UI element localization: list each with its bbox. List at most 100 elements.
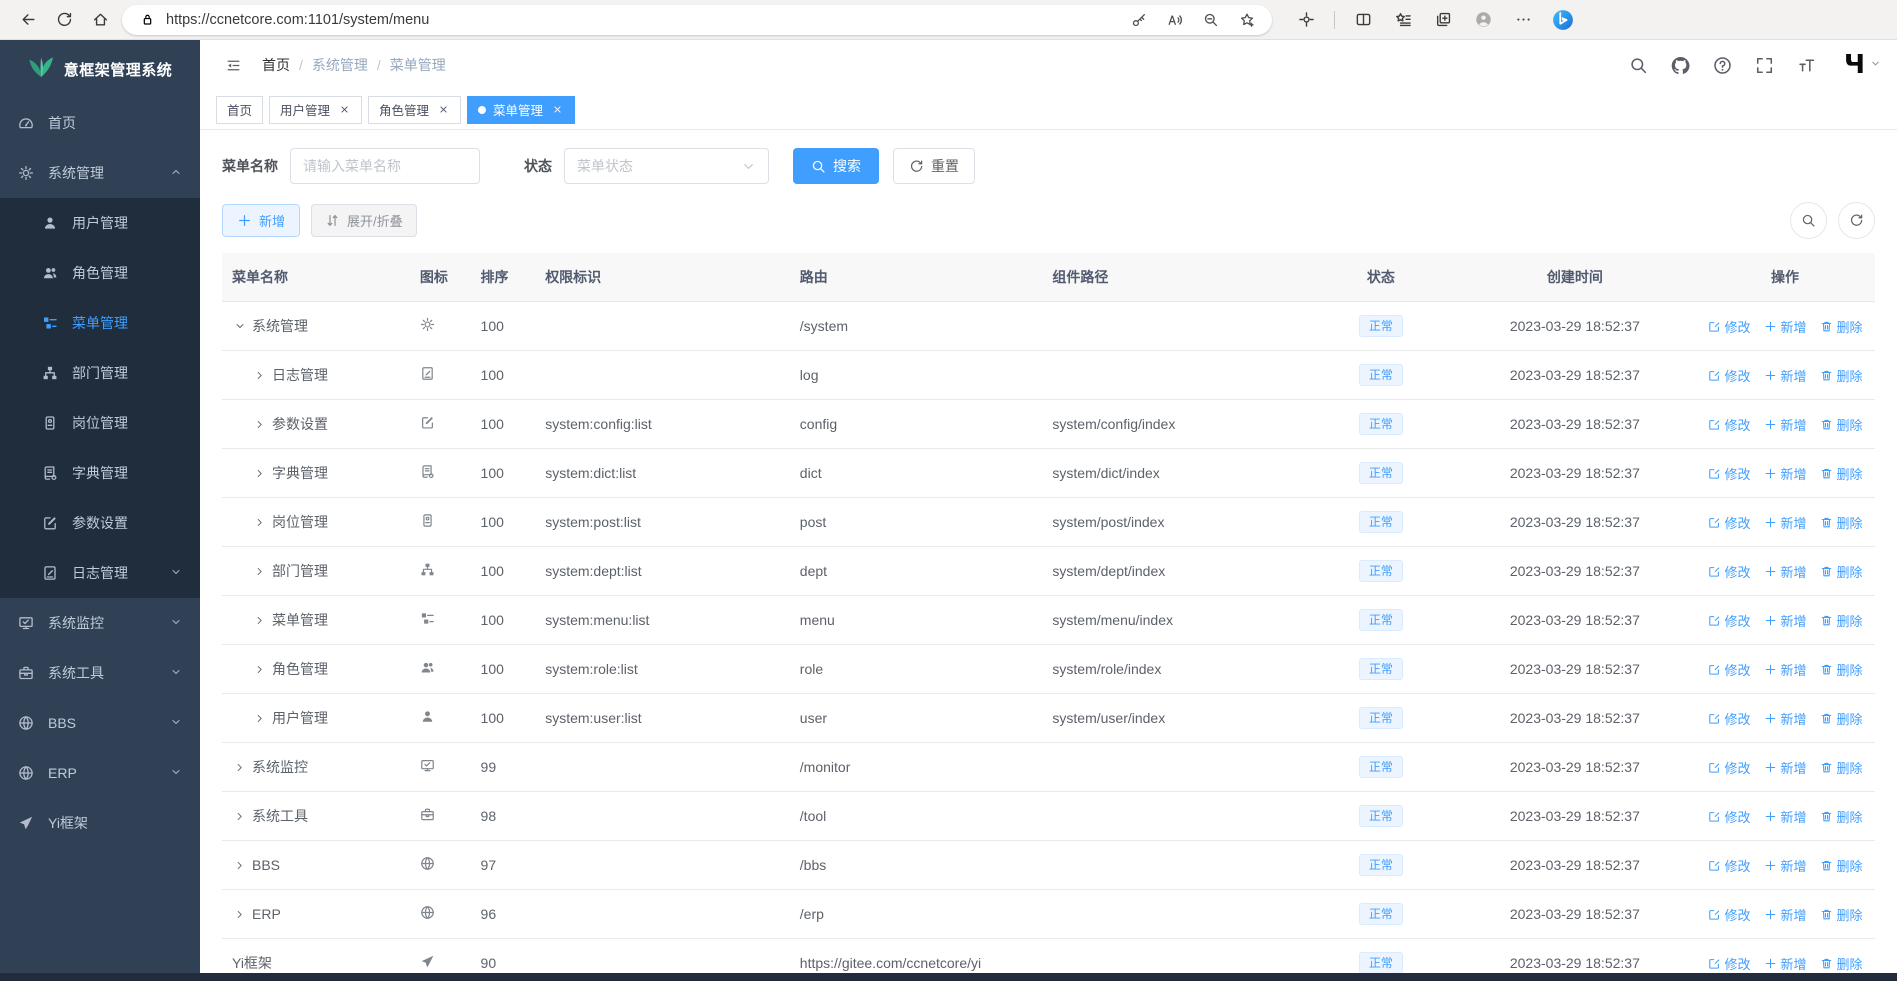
collapse-row-arrow[interactable] bbox=[232, 319, 247, 334]
expand-row-arrow[interactable] bbox=[252, 564, 267, 579]
sidebar-item-system[interactable]: 系统管理 bbox=[0, 148, 200, 198]
zoom-out-button[interactable] bbox=[1200, 9, 1222, 31]
add-action[interactable]: 新增 bbox=[1764, 611, 1807, 630]
tab-用户管理[interactable]: 用户管理 bbox=[269, 95, 363, 124]
edit-action[interactable]: 修改 bbox=[1708, 415, 1751, 434]
expand-row-arrow[interactable] bbox=[232, 809, 247, 824]
add-action[interactable]: 新增 bbox=[1764, 513, 1807, 532]
show-search-button[interactable] bbox=[1790, 202, 1827, 239]
add-action[interactable]: 新增 bbox=[1764, 415, 1807, 434]
bing-button[interactable] bbox=[1547, 5, 1579, 35]
tab-首页[interactable]: 首页 bbox=[216, 95, 264, 124]
sidebar-item-post[interactable]: 岗位管理 bbox=[0, 398, 200, 448]
expand-row-arrow[interactable] bbox=[252, 368, 267, 383]
fullscreen-header-button[interactable] bbox=[1754, 54, 1776, 76]
delete-action[interactable]: 删除 bbox=[1820, 366, 1863, 385]
sidebar-item-config[interactable]: 参数设置 bbox=[0, 498, 200, 548]
add-action[interactable]: 新增 bbox=[1764, 905, 1807, 924]
add-action[interactable]: 新增 bbox=[1764, 709, 1807, 728]
address-bar[interactable]: https://ccnetcore.com:1101/system/menu bbox=[122, 4, 1272, 35]
extensions-button[interactable] bbox=[1290, 5, 1322, 35]
sidebar-item-menu[interactable]: 菜单管理 bbox=[0, 298, 200, 348]
sidebar-item-bbs[interactable]: BBS bbox=[0, 698, 200, 748]
search-header-button[interactable] bbox=[1628, 54, 1650, 76]
add-action[interactable]: 新增 bbox=[1764, 758, 1807, 777]
expand-row-arrow[interactable] bbox=[232, 858, 247, 873]
expand-collapse-button[interactable]: 展开/折叠 bbox=[311, 204, 417, 237]
delete-action[interactable]: 删除 bbox=[1820, 513, 1863, 532]
expand-row-arrow[interactable] bbox=[232, 907, 247, 922]
sidebar-collapse-button[interactable] bbox=[216, 48, 250, 82]
edit-action[interactable]: 修改 bbox=[1708, 611, 1751, 630]
sidebar-item-yi[interactable]: Yi框架 bbox=[0, 798, 200, 848]
edit-action[interactable]: 修改 bbox=[1708, 709, 1751, 728]
delete-action[interactable]: 删除 bbox=[1820, 464, 1863, 483]
add-button[interactable]: 新增 bbox=[222, 204, 301, 237]
collections-button[interactable] bbox=[1427, 5, 1459, 35]
add-action[interactable]: 新增 bbox=[1764, 464, 1807, 483]
sidebar-item-tool[interactable]: 系统工具 bbox=[0, 648, 200, 698]
edit-action[interactable]: 修改 bbox=[1708, 317, 1751, 336]
edit-action[interactable]: 修改 bbox=[1708, 562, 1751, 581]
delete-action[interactable]: 删除 bbox=[1820, 562, 1863, 581]
search-button[interactable]: 搜索 bbox=[793, 148, 879, 184]
add-action[interactable]: 新增 bbox=[1764, 366, 1807, 385]
close-tab-button[interactable] bbox=[337, 103, 351, 117]
sidebar-item-log[interactable]: 日志管理 bbox=[0, 548, 200, 598]
sidebar-item-dict[interactable]: 字典管理 bbox=[0, 448, 200, 498]
user-avatar[interactable]: Ч bbox=[1844, 52, 1881, 78]
back-button[interactable] bbox=[12, 5, 44, 35]
text-size-header-button[interactable] bbox=[1796, 54, 1818, 76]
delete-action[interactable]: 删除 bbox=[1820, 415, 1863, 434]
menu-name-input[interactable] bbox=[290, 148, 480, 184]
close-tab-button[interactable] bbox=[550, 103, 564, 117]
sidebar-item-dept[interactable]: 部门管理 bbox=[0, 348, 200, 398]
expand-row-arrow[interactable] bbox=[252, 613, 267, 628]
app-logo[interactable]: 意框架管理系统 bbox=[0, 40, 200, 98]
status-select[interactable]: 菜单状态 bbox=[564, 148, 769, 184]
add-action[interactable]: 新增 bbox=[1764, 562, 1807, 581]
expand-row-arrow[interactable] bbox=[252, 417, 267, 432]
site-permissions-button[interactable] bbox=[136, 9, 158, 31]
delete-action[interactable]: 删除 bbox=[1820, 807, 1863, 826]
close-tab-button[interactable] bbox=[436, 103, 450, 117]
question-header-button[interactable] bbox=[1712, 54, 1734, 76]
sidebar-item-home[interactable]: 首页 bbox=[0, 98, 200, 148]
profile-button[interactable] bbox=[1467, 5, 1499, 35]
delete-action[interactable]: 删除 bbox=[1820, 758, 1863, 777]
sidebar-item-erp[interactable]: ERP bbox=[0, 748, 200, 798]
edit-action[interactable]: 修改 bbox=[1708, 807, 1751, 826]
sidebar-item-monitor[interactable]: 系统监控 bbox=[0, 598, 200, 648]
edit-action[interactable]: 修改 bbox=[1708, 758, 1751, 777]
reset-button[interactable]: 重置 bbox=[893, 148, 975, 184]
edit-action[interactable]: 修改 bbox=[1708, 905, 1751, 924]
tab-角色管理[interactable]: 角色管理 bbox=[368, 95, 462, 124]
reload-button[interactable] bbox=[48, 5, 80, 35]
split-screen-button[interactable] bbox=[1347, 5, 1379, 35]
sidebar-item-role[interactable]: 角色管理 bbox=[0, 248, 200, 298]
delete-action[interactable]: 删除 bbox=[1820, 954, 1863, 973]
home-button[interactable] bbox=[84, 5, 116, 35]
tab-菜单管理[interactable]: 菜单管理 bbox=[467, 95, 576, 124]
edit-action[interactable]: 修改 bbox=[1708, 464, 1751, 483]
more-button[interactable] bbox=[1507, 5, 1539, 35]
read-aloud-button[interactable] bbox=[1164, 9, 1186, 31]
expand-row-arrow[interactable] bbox=[252, 711, 267, 726]
edit-action[interactable]: 修改 bbox=[1708, 513, 1751, 532]
add-action[interactable]: 新增 bbox=[1764, 856, 1807, 875]
delete-action[interactable]: 删除 bbox=[1820, 611, 1863, 630]
url-text[interactable]: https://ccnetcore.com:1101/system/menu bbox=[166, 12, 1120, 28]
add-action[interactable]: 新增 bbox=[1764, 807, 1807, 826]
delete-action[interactable]: 删除 bbox=[1820, 317, 1863, 336]
sidebar-item-user[interactable]: 用户管理 bbox=[0, 198, 200, 248]
refresh-table-button[interactable] bbox=[1838, 202, 1875, 239]
edit-action[interactable]: 修改 bbox=[1708, 366, 1751, 385]
breadcrumb-item[interactable]: 首页 bbox=[262, 55, 290, 75]
edit-action[interactable]: 修改 bbox=[1708, 856, 1751, 875]
delete-action[interactable]: 删除 bbox=[1820, 856, 1863, 875]
delete-action[interactable]: 删除 bbox=[1820, 660, 1863, 679]
expand-row-arrow[interactable] bbox=[252, 466, 267, 481]
delete-action[interactable]: 删除 bbox=[1820, 905, 1863, 924]
add-action[interactable]: 新增 bbox=[1764, 660, 1807, 679]
expand-row-arrow[interactable] bbox=[252, 662, 267, 677]
